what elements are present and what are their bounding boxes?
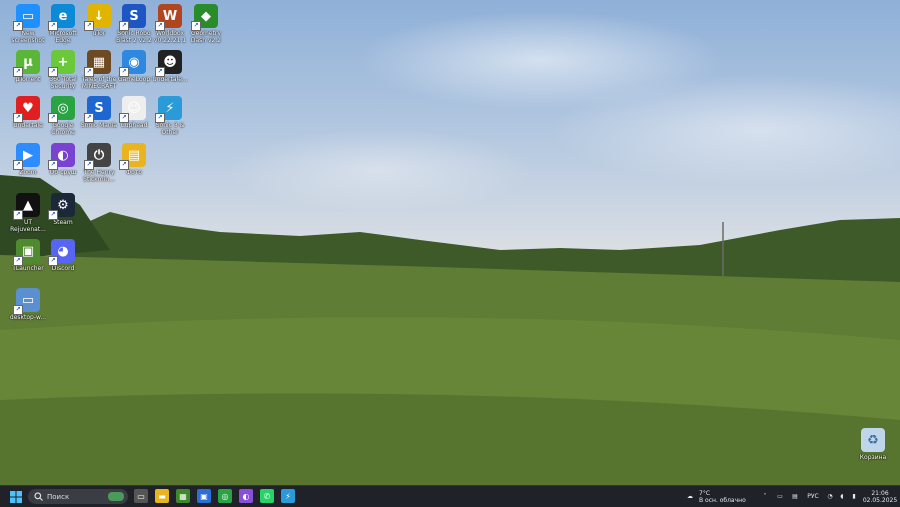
shortcut-arrow-icon: ↗ [84, 67, 94, 77]
desktop-icon[interactable]: ◕ ↗ Discord [41, 239, 85, 272]
volume-icon[interactable]: ◖ [837, 489, 847, 504]
shortcut-arrow-icon: ↗ [84, 160, 94, 170]
search-placeholder: Поиск [47, 492, 70, 501]
shortcut-arrow-icon: ↗ [13, 305, 23, 315]
desktop-icon[interactable]: ▤ ↗ Фото [112, 143, 156, 176]
taskbar-whatsapp-icon[interactable]: ✆ [260, 489, 274, 503]
desktop-icon-label: Sonic 3 & Other [155, 122, 185, 136]
start-button[interactable] [8, 489, 24, 504]
weather-icon[interactable]: ☁ [684, 489, 696, 504]
desktop-icon[interactable]: ▭ ↗ desktop-w... [6, 288, 50, 321]
desktop-icon[interactable]: ☻ ↗ Undertale... [148, 50, 192, 83]
app-icon: ▤ ↗ [119, 143, 146, 170]
chevron-up-icon[interactable]: ˄ [760, 489, 770, 504]
shortcut-arrow-icon: ↗ [13, 160, 23, 170]
shortcut-arrow-icon: ↗ [84, 113, 94, 123]
app-icon: ▶ ↗ [13, 143, 40, 170]
app-icon: ☺ ↗ [119, 96, 146, 123]
app-icon: S ↗ [119, 4, 146, 31]
app-icon: ◉ ↗ [119, 50, 146, 77]
app-icon: ▭ ↗ [13, 288, 40, 315]
weather-desc: В осн. облачно [699, 496, 746, 504]
shortcut-arrow-icon: ↗ [155, 113, 165, 123]
weather-widget[interactable]: 7°C В осн. облачно [699, 489, 759, 504]
shortcut-arrow-icon: ↗ [119, 21, 129, 31]
shortcut-arrow-icon: ↗ [191, 21, 201, 31]
tray-app-icon[interactable]: ▭ [775, 489, 785, 504]
desktop-icon-label: Discord [51, 265, 75, 272]
shortcut-arrow-icon: ↗ [119, 160, 129, 170]
app-icon: ◎ ↗ [48, 96, 75, 123]
shortcut-arrow-icon: ↗ [48, 210, 58, 220]
app-icon: S ↗ [84, 96, 111, 123]
shortcut-arrow-icon: ↗ [119, 113, 129, 123]
search-icon [34, 492, 43, 501]
recycle-bin-label: Корзина [859, 454, 887, 461]
app-icon: ⏻ ↗ [84, 143, 111, 170]
desktop-icon-label: Фото [125, 169, 142, 176]
app-icon: µ ↗ [13, 50, 40, 77]
keyboard-icon[interactable]: ▤ [790, 489, 800, 504]
app-icon: ⚡ ↗ [155, 96, 182, 123]
search-box[interactable]: Поиск [28, 489, 128, 504]
taskbar-task-view-icon[interactable]: ▭ [134, 489, 148, 503]
taskbar-sonic-icon[interactable]: ⚡ [281, 489, 295, 503]
app-icon: W ↗ [155, 4, 182, 31]
app-icon: ◐ ↗ [48, 143, 75, 170]
recycle-bin[interactable]: ♻ Корзина [851, 428, 895, 461]
taskbar-google-chrome-icon[interactable]: ◎ [218, 489, 232, 503]
clock-date: 02.05.2025 [862, 496, 898, 504]
app-icon: ☻ ↗ [155, 50, 182, 77]
shortcut-arrow-icon: ↗ [48, 160, 58, 170]
app-icon: ↓ ↗ [84, 4, 111, 31]
desktop-icon-label: desktop-w... [9, 314, 47, 321]
shortcut-arrow-icon: ↗ [119, 67, 129, 77]
app-icon: ♥ ↗ [13, 96, 40, 123]
app-icon: + ↗ [48, 50, 75, 77]
battery-icon[interactable]: ▮ [849, 489, 859, 504]
taskbar-minecraft-icon[interactable]: ▦ [176, 489, 190, 503]
shortcut-arrow-icon: ↗ [13, 210, 23, 220]
shortcut-arrow-icon: ↗ [13, 67, 23, 77]
shortcut-arrow-icon: ↗ [155, 21, 165, 31]
shortcut-arrow-icon: ↗ [48, 67, 58, 77]
app-icon: e ↗ [48, 4, 75, 31]
desktop[interactable]: ▭ ↗ New screenshot e ↗ Microsoft Edge ↓ ↗ uTor S ↗… [0, 0, 900, 485]
taskbar-microsoft-store-icon[interactable]: ▣ [197, 489, 211, 503]
app-icon: ◆ ↗ [191, 4, 218, 31]
app-icon: ▭ ↗ [13, 4, 40, 31]
recycle-bin-icon: ♻ [861, 428, 885, 452]
desktop-icon[interactable]: ⚡ ↗ Sonic 3 & Other [148, 96, 192, 136]
shortcut-arrow-icon: ↗ [48, 113, 58, 123]
desktop-icon-label: Geometry Dash v2.2 [190, 30, 222, 44]
desktop-icon-label: Undertale... [152, 76, 188, 83]
app-icon: ◕ ↗ [48, 239, 75, 266]
shortcut-arrow-icon: ↗ [13, 113, 23, 123]
search-highlight-icon [108, 492, 124, 501]
taskbar-copilot-icon[interactable]: ◐ [239, 489, 253, 503]
taskbar-file-explorer-icon[interactable]: ▬ [155, 489, 169, 503]
shortcut-arrow-icon: ↗ [13, 21, 23, 31]
app-icon: ⚙ ↗ [48, 193, 75, 220]
desktop-icon[interactable]: ◆ ↗ Geometry Dash v2.2 [184, 4, 228, 44]
shortcut-arrow-icon: ↗ [13, 256, 23, 266]
desktop-icon-label: Steam [53, 219, 73, 226]
clock-time: 21:06 [871, 489, 889, 497]
shortcut-arrow-icon: ↗ [155, 67, 165, 77]
windows-logo-icon [10, 490, 22, 503]
shortcut-arrow-icon: ↗ [84, 21, 94, 31]
clock[interactable]: 21:06 02.05.2025 [862, 489, 898, 504]
app-icon: ▲ ↗ [13, 193, 40, 220]
wifi-icon[interactable]: ◔ [825, 489, 835, 504]
app-icon: ▦ ↗ [84, 50, 111, 77]
shortcut-arrow-icon: ↗ [48, 256, 58, 266]
app-icon: ▣ ↗ [13, 239, 40, 266]
language-indicator[interactable]: РУС [805, 489, 821, 504]
weather-temp: 7°C [699, 489, 711, 497]
desktop-icon[interactable]: ⚙ ↗ Steam [41, 193, 85, 226]
taskbar: Поиск ▭ ▬ ▦ ▣ ◎ ◐ ✆ ⚡ ☁ 7°C В осн. облачно ˄ ▭ … [0, 485, 900, 507]
shortcut-arrow-icon: ↗ [48, 21, 58, 31]
